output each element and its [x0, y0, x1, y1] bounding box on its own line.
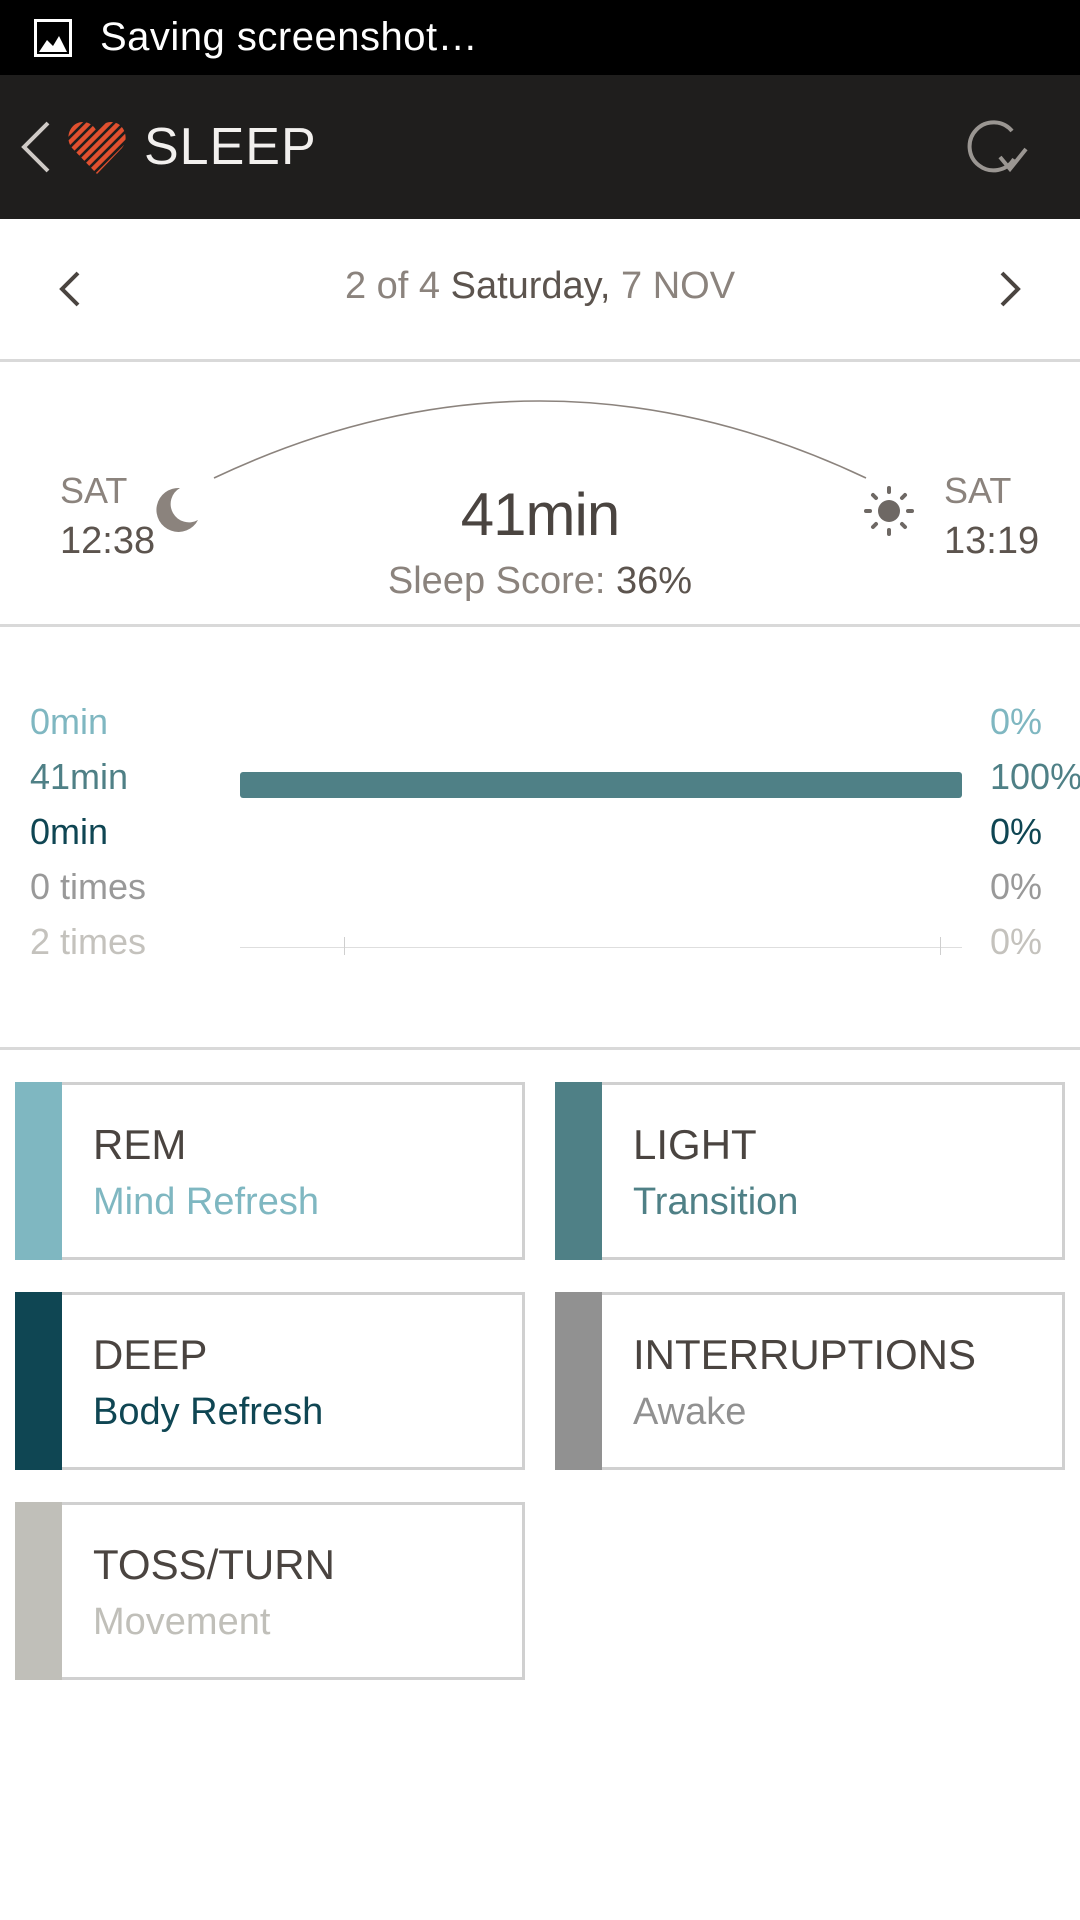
- app-bar: SLEEP: [0, 75, 1080, 219]
- light-row: 41min 100%: [0, 756, 1080, 806]
- interruptions-color-swatch: [555, 1292, 602, 1470]
- sleep-duration: 41min: [460, 481, 620, 548]
- toss-turn-percent: 0%: [990, 921, 1043, 962]
- deep-duration: 0min: [30, 811, 109, 852]
- status-text: Saving screenshot…: [100, 15, 479, 59]
- sleep-end: SAT 13:19: [944, 466, 1039, 566]
- day-name: Saturday,: [450, 265, 611, 307]
- score-label: Sleep Score:: [387, 560, 606, 602]
- night-position: 2 of 4: [344, 265, 441, 307]
- end-time: 13:19: [944, 520, 1040, 562]
- sleep-summary: SAT 12:38 41min Sleep Score: 36% SAT 13:…: [0, 362, 1080, 627]
- rem-card[interactable]: REM Mind Refresh: [15, 1082, 525, 1260]
- heart-logo-icon: [68, 122, 126, 174]
- date-navigation: 2 of 4 Saturday, 7 NOV: [0, 219, 1080, 362]
- image-icon: [34, 18, 72, 57]
- toss-turn-count: 2 times: [30, 921, 147, 962]
- toss-turn-color-swatch: [15, 1502, 62, 1680]
- toss-turn-timeline: [240, 947, 962, 948]
- deep-card[interactable]: DEEP Body Refresh: [15, 1292, 525, 1470]
- interruptions-card-subtitle: Awake: [633, 1391, 747, 1433]
- score-value: 36%: [616, 560, 693, 602]
- deep-color-swatch: [15, 1292, 62, 1470]
- date-label: 2 of 4 Saturday, 7 NOV: [0, 265, 1080, 308]
- sleep-score: Sleep Score: 36%: [0, 560, 1080, 603]
- rem-card-title: REM: [93, 1121, 187, 1168]
- light-card[interactable]: LIGHT Transition: [555, 1082, 1065, 1260]
- sleep-stage-breakdown: 0min 0% 41min 100% 0min 0% 0 times 0% 2 …: [0, 625, 1080, 1050]
- deep-card-subtitle: Body Refresh: [93, 1391, 324, 1433]
- end-day: SAT: [944, 470, 1012, 511]
- light-percent: 100%: [990, 756, 1080, 797]
- status-bar: Saving screenshot…: [0, 0, 1080, 75]
- rem-percent: 0%: [990, 701, 1043, 742]
- sleep-arc: [213, 400, 867, 479]
- rem-duration: 0min: [30, 701, 109, 742]
- light-color-swatch: [555, 1082, 602, 1260]
- light-duration: 41min: [30, 756, 129, 797]
- interruptions-row: 0 times 0%: [0, 866, 1080, 916]
- toss-turn-row: 2 times 0%: [0, 921, 1080, 971]
- toss-turn-card-subtitle: Movement: [93, 1601, 271, 1643]
- toss-turn-marker: [940, 937, 941, 955]
- toss-turn-card[interactable]: TOSS/TURN Movement: [15, 1502, 525, 1680]
- rem-bar: [240, 717, 962, 743]
- interruptions-bar: [240, 882, 962, 908]
- interruptions-count: 0 times: [30, 866, 147, 907]
- deep-row: 0min 0%: [0, 811, 1080, 861]
- interruptions-percent: 0%: [990, 866, 1043, 907]
- light-bar-fill: [240, 772, 962, 798]
- rem-row: 0min 0%: [0, 701, 1080, 751]
- toss-turn-card-title: TOSS/TURN: [93, 1541, 335, 1588]
- sync-check-icon[interactable]: [966, 119, 1030, 179]
- date-text: 7 NOV: [621, 265, 736, 307]
- sun-icon: [864, 486, 914, 536]
- next-day-chevron-icon[interactable]: [996, 267, 1024, 311]
- rem-color-swatch: [15, 1082, 62, 1260]
- back-arrow-icon[interactable]: [18, 117, 54, 177]
- deep-bar: [240, 827, 962, 853]
- toss-turn-marker: [344, 937, 345, 955]
- interruptions-card-title: INTERRUPTIONS: [633, 1331, 977, 1378]
- page-title: SLEEP: [144, 118, 317, 176]
- light-card-title: LIGHT: [633, 1121, 757, 1168]
- deep-percent: 0%: [990, 811, 1043, 852]
- light-card-subtitle: Transition: [633, 1181, 799, 1223]
- interruptions-card[interactable]: INTERRUPTIONS Awake: [555, 1292, 1065, 1470]
- light-bar: [240, 772, 962, 798]
- deep-card-title: DEEP: [93, 1331, 208, 1378]
- rem-card-subtitle: Mind Refresh: [93, 1181, 319, 1223]
